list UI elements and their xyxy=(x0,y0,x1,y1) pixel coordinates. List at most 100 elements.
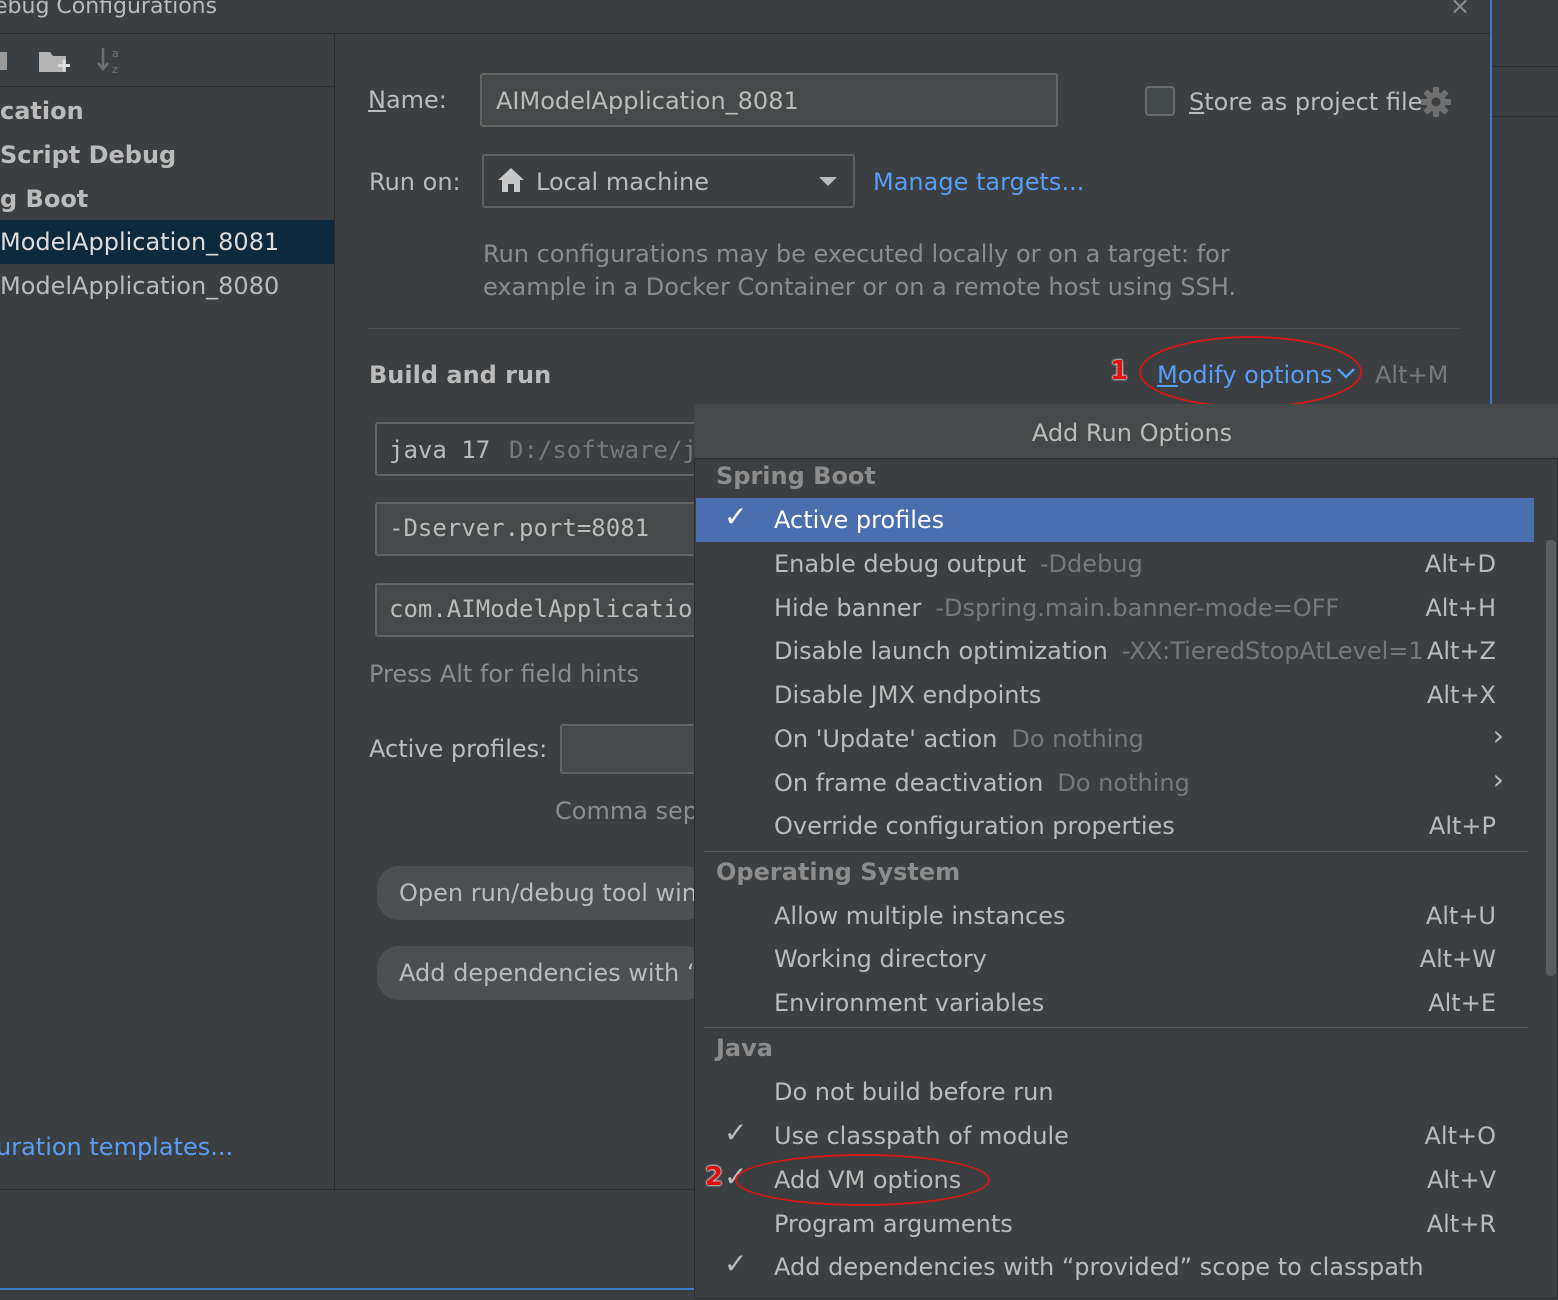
popup-option-label: On 'Update' action xyxy=(774,725,998,753)
popup-option-text: Working directory xyxy=(774,945,987,973)
popup-option-item[interactable]: On frame deactivation Do nothing › xyxy=(696,761,1534,805)
popup-option-item[interactable]: ✓ Add dependencies with “provided” scope … xyxy=(696,1245,1534,1289)
popup-option-label: Add dependencies with “provided” scope t… xyxy=(774,1253,1424,1281)
popup-option-item[interactable]: Working directory Alt+W xyxy=(696,937,1534,981)
popup-option-text: Active profiles xyxy=(774,506,944,534)
annotation-ellipse-2 xyxy=(735,1154,990,1206)
annotation-marker-2: 2 xyxy=(705,1162,724,1192)
annotation-ellipse-1 xyxy=(1139,336,1362,408)
popup-option-text: Environment variables xyxy=(774,989,1044,1017)
run-on-info-line-1: Run configurations may be executed local… xyxy=(483,240,1230,268)
run-on-label: Run on: xyxy=(369,168,461,196)
popup-section-header: Spring Boot xyxy=(716,462,876,490)
tree-item-label: ModelApplication_8080 xyxy=(0,272,280,300)
tree-item[interactable]: g Boot xyxy=(0,177,334,221)
add-dependencies-button[interactable]: Add dependencies with “p xyxy=(377,946,715,1000)
popup-option-item[interactable]: Environment variables Alt+E xyxy=(696,981,1534,1025)
popup-option-item[interactable]: Disable launch optimization -XX:TieredSto… xyxy=(696,629,1534,673)
popup-option-label: On frame deactivation xyxy=(774,769,1044,797)
popup-option-label: Program arguments xyxy=(774,1210,1013,1238)
name-label: Name: xyxy=(368,86,447,114)
popup-option-label: Hide banner xyxy=(774,594,922,622)
popup-option-shortcut: Alt+O xyxy=(1424,1122,1497,1150)
popup-option-item[interactable]: Override configuration properties Alt+P xyxy=(696,804,1534,848)
popup-option-item[interactable]: Disable JMX endpoints Alt+X xyxy=(696,673,1534,717)
edit-templates-link[interactable]: uration templates... xyxy=(0,1133,233,1161)
popup-option-item[interactable]: Hide banner -Dspring.main.banner-mode=OFF… xyxy=(696,586,1534,630)
popup-option-item[interactable]: Enable debug output -Ddebug Alt+D xyxy=(696,542,1534,586)
svg-text:z: z xyxy=(112,63,118,76)
jre-version: java 17 xyxy=(389,436,491,464)
popup-option-text: Use classpath of module xyxy=(774,1122,1069,1150)
manage-targets-link[interactable]: Manage targets... xyxy=(873,168,1084,196)
popup-option-text: Enable debug output -Ddebug xyxy=(774,550,1143,578)
vm-options-value: -Dserver.port=8081 xyxy=(389,514,650,542)
active-profiles-field[interactable] xyxy=(560,724,705,774)
popup-option-shortcut: Alt+D xyxy=(1424,550,1496,578)
save-icon[interactable] xyxy=(0,50,8,72)
popup-option-hint: Do nothing xyxy=(1011,725,1144,753)
popup-option-item[interactable]: Do not build before run xyxy=(696,1070,1534,1114)
popup-option-shortcut: Alt+E xyxy=(1428,989,1496,1017)
popup-option-hint: -Ddebug xyxy=(1039,550,1143,578)
popup-option-text: Add dependencies with “provided” scope t… xyxy=(774,1253,1424,1281)
chevron-right-icon: › xyxy=(1492,719,1504,752)
chevron-down-icon xyxy=(819,177,837,186)
main-class-field[interactable]: com.AIModelApplicatio xyxy=(375,583,705,637)
close-icon[interactable]: × xyxy=(1450,0,1470,20)
run-on-dropdown[interactable]: Local machine xyxy=(482,154,855,208)
tree-item[interactable]: ModelApplication_8081 xyxy=(0,220,334,264)
popup-option-label: Active profiles xyxy=(774,506,945,534)
popup-option-text: Hide banner -Dspring.main.banner-mode=OFF xyxy=(774,594,1339,622)
tree-item[interactable]: ModelApplication_8080 xyxy=(0,264,334,308)
popup-option-shortcut: Alt+U xyxy=(1425,902,1496,930)
popup-section-header: Java xyxy=(716,1034,773,1062)
chevron-right-icon: › xyxy=(1492,763,1504,796)
modify-options-shortcut: Alt+M xyxy=(1375,361,1449,389)
vm-options-field[interactable]: -Dserver.port=8081 xyxy=(375,502,705,556)
popup-option-item[interactable]: Program arguments Alt+R xyxy=(696,1202,1534,1246)
popup-option-item[interactable]: ✓ Active profiles xyxy=(696,498,1534,542)
popup-scrollbar[interactable] xyxy=(1546,540,1556,976)
popup-option-text: Disable launch optimization -XX:TieredSto… xyxy=(774,637,1424,665)
tree-item[interactable]: cation xyxy=(0,89,334,133)
jre-path: D:/software/j xyxy=(509,436,697,464)
popup-option-item[interactable]: Allow multiple instances Alt+U xyxy=(696,894,1534,938)
jre-field[interactable]: java 17 D:/software/j xyxy=(375,422,705,476)
tree-item[interactable]: Script Debug xyxy=(0,133,334,177)
popup-option-item[interactable]: ✓ Use classpath of module Alt+O xyxy=(696,1114,1534,1158)
tree-item-label: g Boot xyxy=(0,185,89,213)
popup-option-item[interactable]: On 'Update' action Do nothing › xyxy=(696,717,1534,761)
field-hints-text: Press Alt for field hints xyxy=(369,660,639,688)
active-profiles-label: Active profiles: xyxy=(369,735,548,763)
popup-option-shortcut: Alt+V xyxy=(1426,1166,1496,1194)
popup-option-label: Do not build before run xyxy=(774,1078,1054,1106)
popup-option-shortcut: Alt+H xyxy=(1425,594,1496,622)
popup-option-shortcut: Alt+X xyxy=(1426,681,1496,709)
focus-line xyxy=(0,1288,694,1290)
popup-separator xyxy=(704,851,1528,852)
popup-option-hint: -XX:TieredStopAtLevel=1 xyxy=(1121,637,1424,665)
build-and-run-title: Build and run xyxy=(369,361,552,389)
popup-option-text: On 'Update' action Do nothing xyxy=(774,725,1144,753)
popup-option-shortcut: Alt+Z xyxy=(1426,637,1496,665)
store-as-project-checkbox[interactable] xyxy=(1145,86,1175,116)
popup-option-hint: Do nothing xyxy=(1057,769,1190,797)
popup-option-hint: -Dspring.main.banner-mode=OFF xyxy=(935,594,1340,622)
tree-item-label: Script Debug xyxy=(0,141,177,169)
new-folder-icon[interactable] xyxy=(38,48,72,76)
popup-option-label: Enable debug output xyxy=(774,550,1026,578)
popup-option-text: On frame deactivation Do nothing xyxy=(774,769,1190,797)
main-class-value: com.AIModelApplicatio xyxy=(389,595,693,623)
sort-alpha-icon[interactable]: a z xyxy=(96,44,128,76)
name-field[interactable]: AIModelApplication_8081 xyxy=(480,73,1058,127)
popup-option-label: Disable JMX endpoints xyxy=(774,681,1042,709)
checkmark-icon: ✓ xyxy=(724,1116,748,1149)
gear-icon[interactable] xyxy=(1420,86,1452,118)
popup-section-header: Operating System xyxy=(716,858,961,886)
comma-separated-hint: Comma sepa xyxy=(555,797,713,825)
popup-option-label: Disable launch optimization xyxy=(774,637,1108,665)
open-tool-window-button[interactable]: Open run/debug tool win xyxy=(377,866,707,920)
popup-option-label: Working directory xyxy=(774,945,987,973)
window-title: ebug Configurations xyxy=(0,0,218,19)
